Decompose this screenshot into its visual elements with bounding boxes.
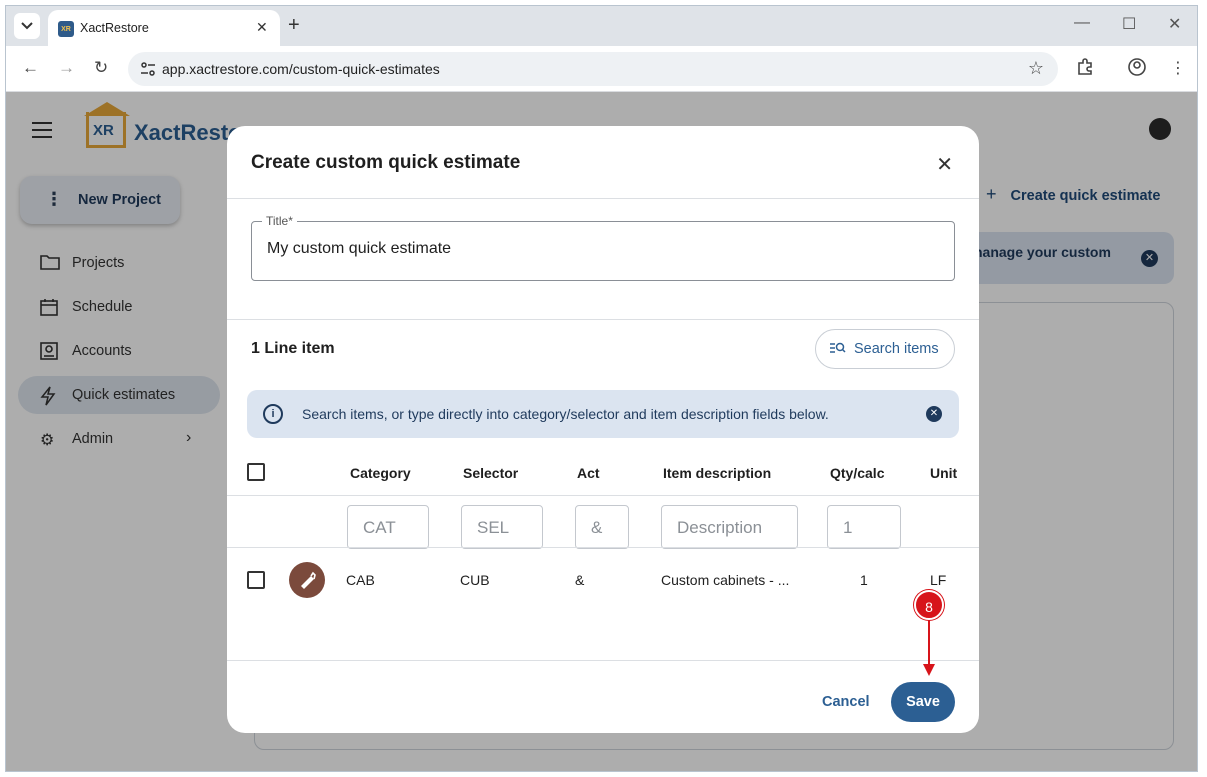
column-header-selector[interactable]: Selector xyxy=(463,465,518,481)
title-input[interactable] xyxy=(267,240,927,258)
act-input[interactable]: & xyxy=(575,505,629,549)
favicon-icon: XR xyxy=(58,21,74,37)
title-field[interactable]: Title* xyxy=(251,214,955,281)
select-all-checkbox[interactable] xyxy=(247,463,265,481)
close-hint-icon[interactable]: ✕ xyxy=(926,406,942,422)
divider xyxy=(227,495,979,496)
search-items-button[interactable]: Search items xyxy=(815,329,955,369)
category-input[interactable]: CAT xyxy=(347,505,429,549)
column-header-unit[interactable]: Unit xyxy=(930,465,957,481)
column-header-category[interactable]: Category xyxy=(350,465,411,481)
hint-text: Search items, or type directly into cate… xyxy=(302,406,829,422)
save-button[interactable]: Save xyxy=(891,682,955,722)
column-header-description[interactable]: Item description xyxy=(663,465,771,481)
create-quick-estimate-dialog: Create custom quick estimate ✕ Title* 1 … xyxy=(227,126,979,733)
divider xyxy=(227,198,979,199)
browser-window: XR XactRestore ✕ + — ☐ ✕ ← → ↻ app.xactr… xyxy=(5,5,1198,772)
window-close-icon[interactable]: ✕ xyxy=(1168,14,1181,34)
search-items-label: Search items xyxy=(854,341,939,357)
minimize-icon[interactable]: — xyxy=(1074,14,1090,32)
new-tab-icon[interactable]: + xyxy=(288,14,300,37)
tab-title: XactRestore xyxy=(80,21,149,35)
bookmark-star-icon[interactable]: ☆ xyxy=(1028,58,1044,79)
row-description[interactable]: Custom cabinets - ... xyxy=(661,572,789,588)
selector-input[interactable]: SEL xyxy=(461,505,543,549)
qty-input[interactable]: 1 xyxy=(827,505,901,549)
dialog-title: Create custom quick estimate xyxy=(251,152,521,173)
extensions-icon[interactable] xyxy=(1076,58,1094,81)
item-category-icon xyxy=(289,562,325,598)
row-category: CAB xyxy=(346,572,375,588)
description-input[interactable]: Description xyxy=(661,505,798,549)
browser-toolbar: ← → ↻ app.xactrestore.com/custom-quick-e… xyxy=(6,46,1197,92)
column-header-qty[interactable]: Qty/calc xyxy=(830,465,884,481)
step-callout-badge: 8 xyxy=(914,590,944,620)
url-text: app.xactrestore.com/custom-quick-estimat… xyxy=(162,61,440,77)
line-item-count: 1 Line item xyxy=(251,340,335,357)
callout-line xyxy=(928,620,930,668)
list-search-icon xyxy=(830,342,846,357)
divider xyxy=(227,319,979,320)
row-selector: CUB xyxy=(460,572,490,588)
row-act: & xyxy=(575,572,585,588)
title-field-label: Title* xyxy=(262,214,297,228)
row-unit: LF xyxy=(930,572,947,588)
profile-icon[interactable] xyxy=(1128,58,1146,81)
close-icon[interactable]: ✕ xyxy=(936,152,953,177)
cancel-button[interactable]: Cancel xyxy=(822,694,870,710)
info-icon: i xyxy=(263,404,283,424)
browser-menu-icon[interactable]: ⋮ xyxy=(1170,58,1186,78)
row-qty[interactable]: 1 xyxy=(860,572,868,588)
browser-tab[interactable]: XR XactRestore ✕ xyxy=(48,10,280,46)
tab-close-icon[interactable]: ✕ xyxy=(256,19,268,36)
tab-strip: XR XactRestore ✕ + — ☐ ✕ xyxy=(6,6,1197,46)
chevron-down-icon xyxy=(21,22,33,30)
saw-icon xyxy=(301,571,316,589)
forward-icon[interactable]: → xyxy=(58,58,75,78)
hint-banner: i Search items, or type directly into ca… xyxy=(247,390,959,438)
maximize-icon[interactable]: ☐ xyxy=(1122,14,1136,34)
back-icon[interactable]: ← xyxy=(22,58,39,78)
site-info-icon[interactable] xyxy=(140,61,156,77)
divider xyxy=(227,547,979,548)
divider xyxy=(227,660,979,661)
tab-search-button[interactable] xyxy=(14,13,40,39)
address-bar[interactable]: app.xactrestore.com/custom-quick-estimat… xyxy=(128,52,1058,86)
reload-icon[interactable]: ↻ xyxy=(94,58,108,78)
arrow-down-icon xyxy=(923,664,935,676)
column-header-act[interactable]: Act xyxy=(577,465,600,481)
row-checkbox[interactable] xyxy=(247,571,265,589)
